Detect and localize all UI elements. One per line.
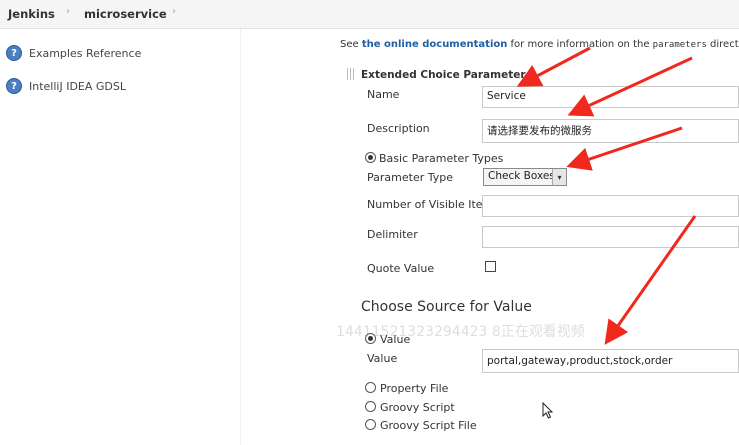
annotation-arrow	[516, 46, 591, 87]
annotation-arrow	[604, 215, 697, 345]
annotation-arrow	[566, 126, 683, 171]
annotation-arrow	[567, 56, 693, 117]
annotation-arrows	[516, 46, 697, 345]
